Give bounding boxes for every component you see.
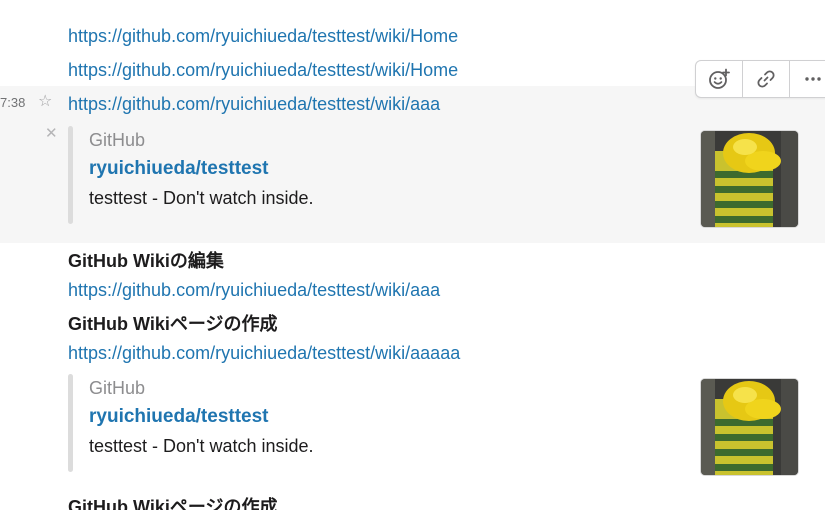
attachment-bar <box>68 374 73 472</box>
message-actions-toolbar <box>695 60 825 98</box>
message-timestamp[interactable]: 7:38 <box>0 94 25 112</box>
star-icon[interactable]: ☆ <box>38 92 52 112</box>
attachment-description: testtest - Don't watch inside. <box>89 436 314 456</box>
message-heading: GitHub Wikiページの作成 <box>68 314 278 334</box>
message-link[interactable]: https://github.com/ryuichiueda/testtest/… <box>68 342 460 364</box>
message-link[interactable]: https://github.com/ryuichiueda/testtest/… <box>68 25 458 47</box>
attachment-service-name: GitHub <box>89 130 146 150</box>
more-actions-icon <box>805 77 821 81</box>
close-icon[interactable]: ✕ <box>45 125 58 143</box>
attachment-bar <box>68 126 73 224</box>
add-reaction-icon <box>709 68 730 89</box>
attachment-service-name: GitHub <box>89 378 146 398</box>
link-unfurl-attachment: GitHub ryuichiueda/testtest testtest - D… <box>68 126 808 228</box>
add-reaction-button[interactable] <box>696 61 743 97</box>
copy-link-button[interactable] <box>743 61 790 97</box>
attachment-description: testtest - Don't watch inside. <box>89 188 314 208</box>
link-unfurl-attachment: GitHub ryuichiueda/testtest testtest - D… <box>68 374 808 476</box>
message-heading: GitHub Wikiページの作成 <box>68 497 278 510</box>
attachment-thumbnail[interactable] <box>700 130 799 228</box>
more-actions-button[interactable] <box>790 61 825 97</box>
attachment-title-link[interactable]: ryuichiueda/testtest <box>89 158 269 180</box>
message-heading: GitHub Wikiの編集 <box>68 251 224 271</box>
link-icon <box>757 70 775 88</box>
attachment-thumbnail[interactable] <box>700 378 799 476</box>
message-list: https://github.com/ryuichiueda/testtest/… <box>0 0 825 510</box>
message-link[interactable]: https://github.com/ryuichiueda/testtest/… <box>68 93 440 115</box>
message-link[interactable]: https://github.com/ryuichiueda/testtest/… <box>68 59 458 81</box>
message-link[interactable]: https://github.com/ryuichiueda/testtest/… <box>68 279 440 301</box>
attachment-title-link[interactable]: ryuichiueda/testtest <box>89 406 269 428</box>
